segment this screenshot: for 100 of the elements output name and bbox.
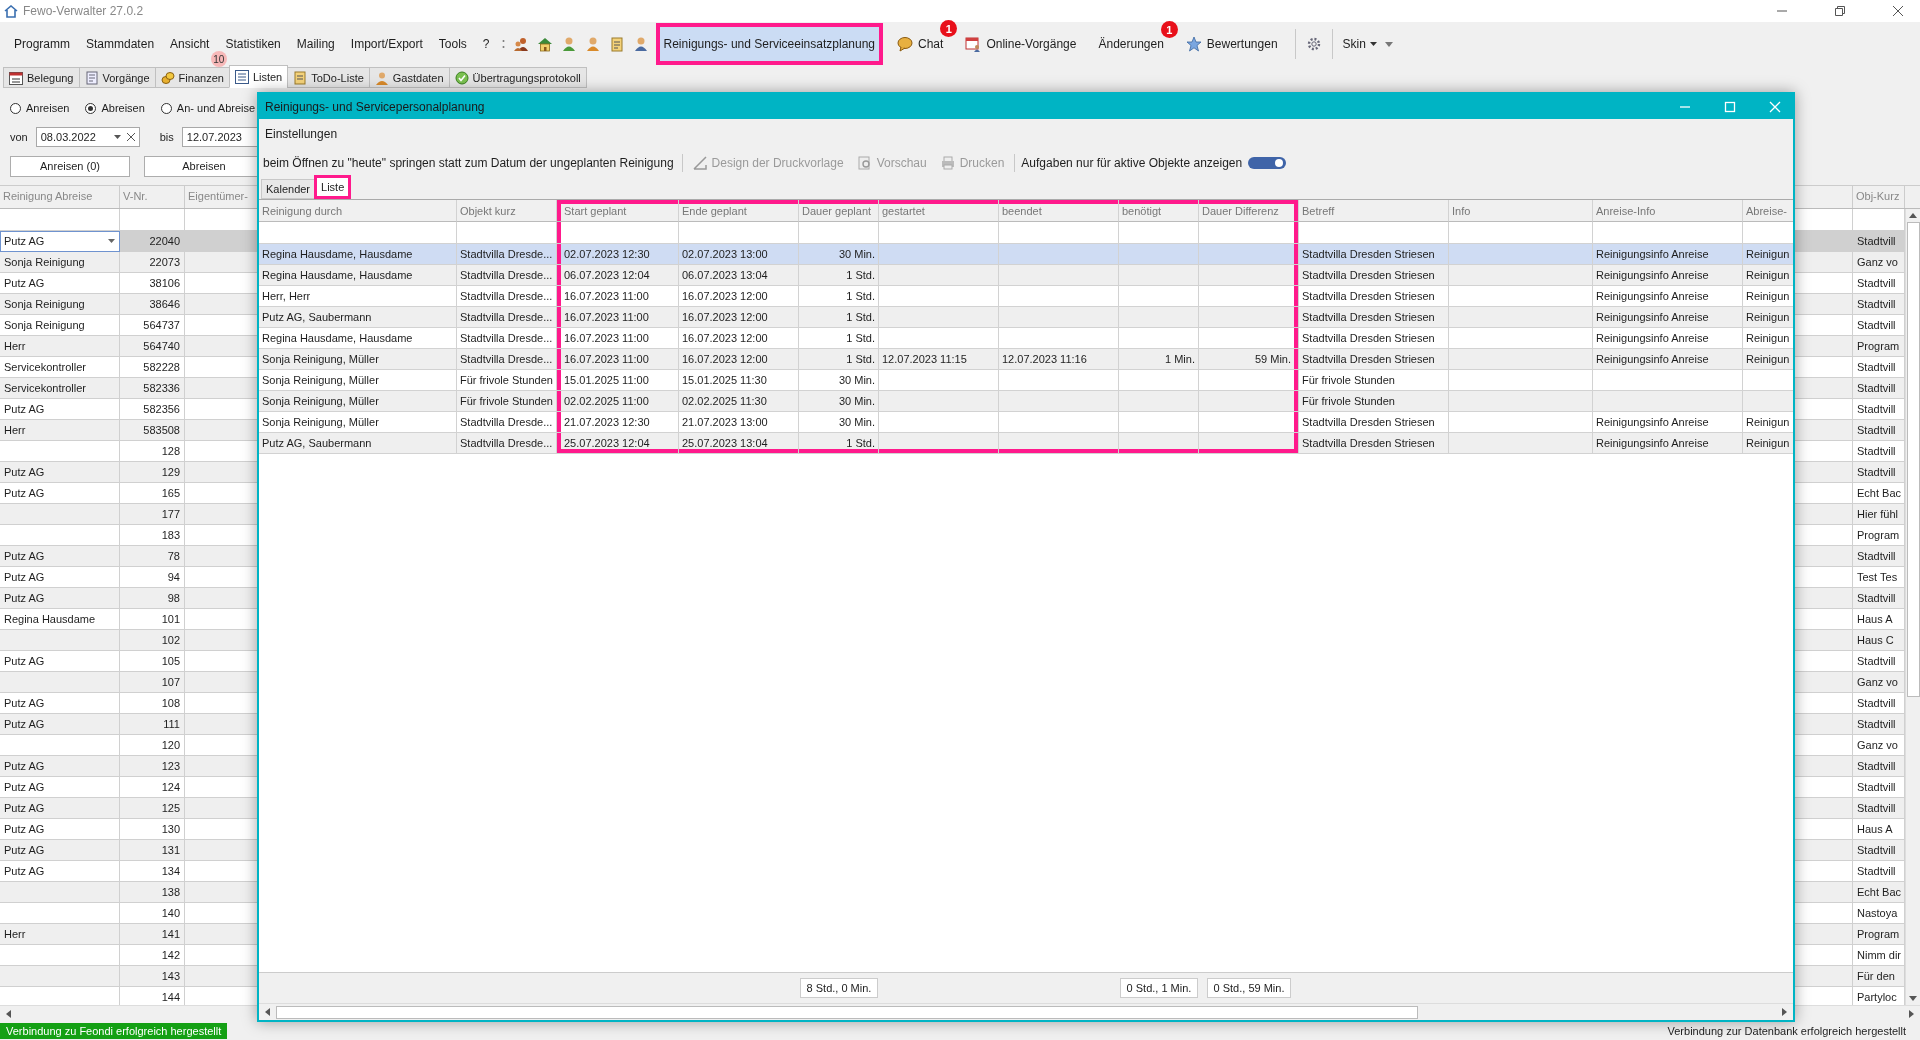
menu-item[interactable]: Stammdaten [78,37,163,51]
column-header[interactable]: Anreise-Info [1593,200,1743,222]
table-cell: Stadtvill [1853,420,1905,441]
table-cell: Hier fühl [1853,504,1905,525]
table-cell: Program [1853,924,1905,945]
scroll-thumb[interactable] [1906,222,1920,697]
menu-item[interactable]: Programm [6,37,78,51]
skin-dropdown[interactable]: Skin [1338,35,1381,53]
column-header[interactable]: Objekt kurz [457,200,557,222]
table-cell: Stadtvill [1853,378,1905,399]
clipboard-icon[interactable] [608,36,625,52]
table-cell: Ganz vo [1853,672,1905,693]
column-header[interactable]: Info [1449,200,1593,222]
column-header[interactable]: Abreise- [1743,200,1793,222]
radio-button[interactable] [10,102,21,114]
tab[interactable]: Kalender [261,179,316,199]
tab[interactable]: Liste [314,175,352,199]
radio-button[interactable] [85,102,97,114]
scroll-left-icon[interactable] [6,1010,11,1018]
column-header[interactable]: benötigt [1119,200,1199,222]
toggle-switch[interactable] [1248,157,1287,169]
summary-value: 8 Std., 0 Min. [799,978,879,998]
table-row[interactable]: Regina Hausdame, Hausdame Stadtvilla Dresde... 06.07.2023 12:04 06.07.2023 13:04 1 Std. Stadtvilla Dresden Striesen Reinigungsinfo Anreise Reinigun [259,265,1793,286]
table-cell: 1 Std. [799,349,879,370]
column-header[interactable]: Reinigung durch [259,200,457,222]
coins-icon [160,70,175,85]
status-message: Verbindung zur Datenbank erfolgreich hergestellt [1667,1025,1907,1037]
scroll-left-icon[interactable] [265,1008,270,1016]
tab[interactable]: Belegung [3,67,80,88]
column-header[interactable]: Dauer Differenz [1199,200,1299,222]
vertical-scrollbar[interactable] [1905,209,1920,1005]
column-header[interactable]: Start geplant [557,200,679,222]
table-cell: Stadtvilla Dresden Striesen [1299,307,1449,328]
column-header[interactable]: Betreff [1299,200,1449,222]
toolbar-button[interactable]: Bewertungen [1177,22,1286,66]
table-cell: 16.07.2023 11:00 [557,307,679,328]
scroll-thumb[interactable] [276,1005,1418,1019]
table-cell: Putz AG [0,840,120,861]
table-row[interactable]: Regina Hausdame, Hausdame Stadtvilla Dresde... 02.07.2023 12:30 02.07.2023 13:00 30 Min. Stadtvilla Dresden Striesen Reinigungsinfo Anreise Reinigun [259,244,1793,265]
caret-icon[interactable] [108,239,115,243]
tab[interactable]: Übertragungsprotokoll [448,67,587,88]
close-icon[interactable] [1892,5,1904,17]
house-icon[interactable] [536,36,553,52]
restore-icon[interactable] [1834,5,1846,17]
table-cell: 06.07.2023 12:04 [557,265,679,286]
settings-icon[interactable] [1305,36,1322,52]
column-header[interactable]: Dauer geplant [799,200,879,222]
radio-button[interactable] [160,102,172,114]
toolbar-button[interactable]: Online-Vorgänge [957,22,1085,66]
tab[interactable]: ToDo-Liste [287,67,370,88]
tab[interactable]: Finanzen [154,67,230,88]
menu-item[interactable]: Mailing [288,37,343,51]
column-header[interactable]: Ende geplant [679,200,799,222]
horizontal-scrollbar[interactable] [259,1003,1793,1020]
table-cell: 16.07.2023 12:00 [679,349,799,370]
table-cell: Reinigun [1743,349,1793,370]
menu-item[interactable]: Tools [430,37,475,51]
column-header[interactable]: beendet [999,200,1119,222]
table-cell: 78 [120,546,185,567]
magnifier-icon [857,156,872,170]
tab[interactable]: Gastdaten [368,67,450,88]
date-field[interactable]: 08.03.2022 [35,127,140,147]
table-cell: Stadtvilla Dresden Striesen [1299,265,1449,286]
tab[interactable]: Vorgänge [78,67,156,88]
table-cell: 38646 [120,294,185,315]
radio-label: An- und Abreise [176,102,256,114]
filter-button[interactable]: Anreisen (0) [10,155,130,177]
column-header[interactable]: gestartet [879,200,999,222]
scroll-up-icon[interactable] [1909,213,1917,218]
scroll-right-icon[interactable] [1782,1008,1787,1016]
table-cell: Für den [1853,966,1905,987]
caret-icon[interactable] [113,135,121,139]
table-cell: Stadtvill [1853,756,1905,777]
tab[interactable]: Listen [228,65,289,88]
menu-item[interactable]: Import/Export [342,37,431,51]
dialog-title: Reinigungs- und Servicepersonalplanung [265,99,485,114]
table-cell: 25.07.2023 13:04 [679,433,799,454]
menu-item[interactable]: ? [474,37,498,51]
scroll-right-icon[interactable] [1909,1010,1914,1018]
menu-item[interactable]: Statistiken [217,37,289,51]
table-cell: Stadtvill [1853,714,1905,735]
table-cell: Sonja Reinigung [0,252,120,273]
people-icon[interactable] [512,36,529,52]
table-row[interactable]: Putz AG, Saubermann Stadtvilla Dresde... 16.07.2023 11:00 16.07.2023 12:00 1 Std. Stadtvilla Dresden Striesen Reinigungsinfo Anreise Reinigun [259,307,1793,328]
table-row[interactable]: Sonja Reinigung, Müller Für frivole Stunden 02.02.2025 11:00 02.02.2025 11:30 30 Min. Für frivole Stunden [259,391,1793,412]
table-row[interactable]: Sonja Reinigung, Müller Stadtvilla Dresde... 16.07.2023 11:00 16.07.2023 12:00 1 Std. 12.07.2023 11:15 12.07.2023 11:16 1 Min. 59 Min. Stadtvilla Dresden Striesen Reinigungsinfo Anreise Reinigun [259,349,1793,370]
person-icon[interactable] [632,36,649,52]
clear-icon[interactable] [126,133,135,141]
combo-box[interactable]: Putz AG [0,231,120,252]
table-cell: Stadtvill [1853,840,1905,861]
table-cell: Stadtvilla Dresden Striesen [1299,349,1449,370]
table-row[interactable]: Putz AG, Saubermann Stadtvilla Dresde... 25.07.2023 12:04 25.07.2023 13:04 1 Std. Stadtvilla Dresden Striesen Reinigungsinfo Anreise Reinigun [259,433,1793,454]
table-cell: 143 [120,966,185,987]
scroll-down-icon[interactable] [1909,996,1917,1001]
menu-item[interactable]: Ansicht [162,37,218,51]
toolbar-button[interactable]: Reinigungs- und Serviceeinsatzplanung [655,23,883,65]
table-cell: Reinigungsinfo Anreise [1593,433,1743,454]
toggle-button[interactable]: beim Öffnen zu "heute" springen statt zum Datum der ungeplanten Reinigung [261,154,676,172]
person-icon[interactable] [560,36,577,52]
table-cell: Putz AG, Saubermann [259,433,457,454]
